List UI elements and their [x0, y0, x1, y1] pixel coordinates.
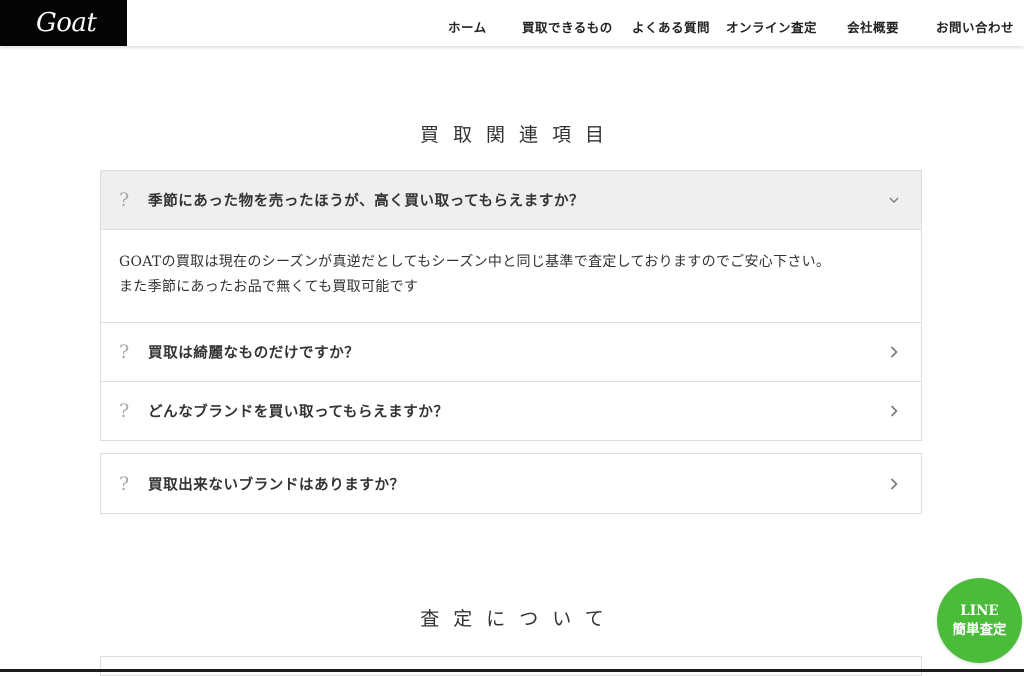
faq-answer-line: また季節にあったお品で無くても買取可能です — [119, 279, 419, 295]
goat-logo[interactable]: Goat — [0, 0, 127, 46]
chevron-down-icon — [889, 195, 899, 205]
chevron-right-icon — [889, 477, 899, 490]
line-button-label: LINE — [960, 602, 999, 619]
nav-company[interactable]: 会社概要 — [847, 17, 899, 36]
line-button-sublabel: 簡単査定 — [952, 621, 1007, 638]
assessment-panel — [100, 656, 922, 676]
faq-question-season[interactable]: ? 季節にあった物を売ったほうが、高く買い取ってもらえますか？ — [101, 171, 921, 230]
assessment-section-title: 査定について — [420, 608, 618, 630]
faq-answer: GOATの買取は現在のシーズンが真逆だとしてもシーズン中と同じ基準で査定しており… — [101, 230, 921, 322]
chevron-right-icon — [889, 346, 899, 358]
faq-list: ? 季節にあった物を売ったほうが、高く買い取ってもらえますか？ GOATの買取は… — [100, 170, 922, 441]
faq-question-condition[interactable]: ? 買取は綺麗なものだけですか？ — [101, 322, 921, 381]
faq-answer-line: GOATの買取は現在のシーズンが真逆だとしてもシーズン中と同じ基準で査定しており… — [119, 254, 831, 270]
line-assessment-button[interactable]: LINE 簡単査定 — [937, 578, 1022, 663]
question-mark-icon: ? — [119, 472, 130, 495]
nav-online-assessment[interactable]: オンライン査定 — [726, 17, 817, 36]
nav-contact[interactable]: お問い合わせ — [936, 17, 1014, 36]
faq-question-text: 季節にあった物を売ったほうが、高く買い取ってもらえますか？ — [148, 192, 585, 210]
faq-question-text: 買取は綺麗なものだけですか？ — [148, 344, 360, 362]
faq-question-text: どんなブランドを買い取ってもらえますか？ — [148, 403, 449, 421]
chevron-right-icon — [889, 405, 899, 417]
nav-home[interactable]: ホーム — [448, 17, 487, 36]
nav-purchasable-items[interactable]: 買取できるもの — [522, 17, 613, 36]
related-section-title: 買取関連項目 — [419, 124, 618, 146]
question-mark-icon: ? — [119, 341, 130, 363]
faq-question-brands[interactable]: ? どんなブランドを買い取ってもらえますか？ — [101, 381, 921, 440]
faq-question-excluded-brands[interactable]: ? 買取出来ないブランドはありますか？ — [101, 454, 921, 513]
logo-text: Goat — [36, 8, 97, 38]
faq-list-secondary: ? 買取出来ないブランドはありますか？ — [100, 453, 922, 514]
question-mark-icon: ? — [119, 400, 130, 422]
site-header: Goat ホーム 買取できるもの よくある質問 オンライン査定 会社概要 お問い… — [0, 0, 1024, 46]
question-mark-icon: ? — [119, 189, 130, 211]
faq-question-text: 買取出来ないブランドはありますか？ — [148, 476, 405, 493]
nav-faq[interactable]: よくある質問 — [632, 17, 710, 36]
